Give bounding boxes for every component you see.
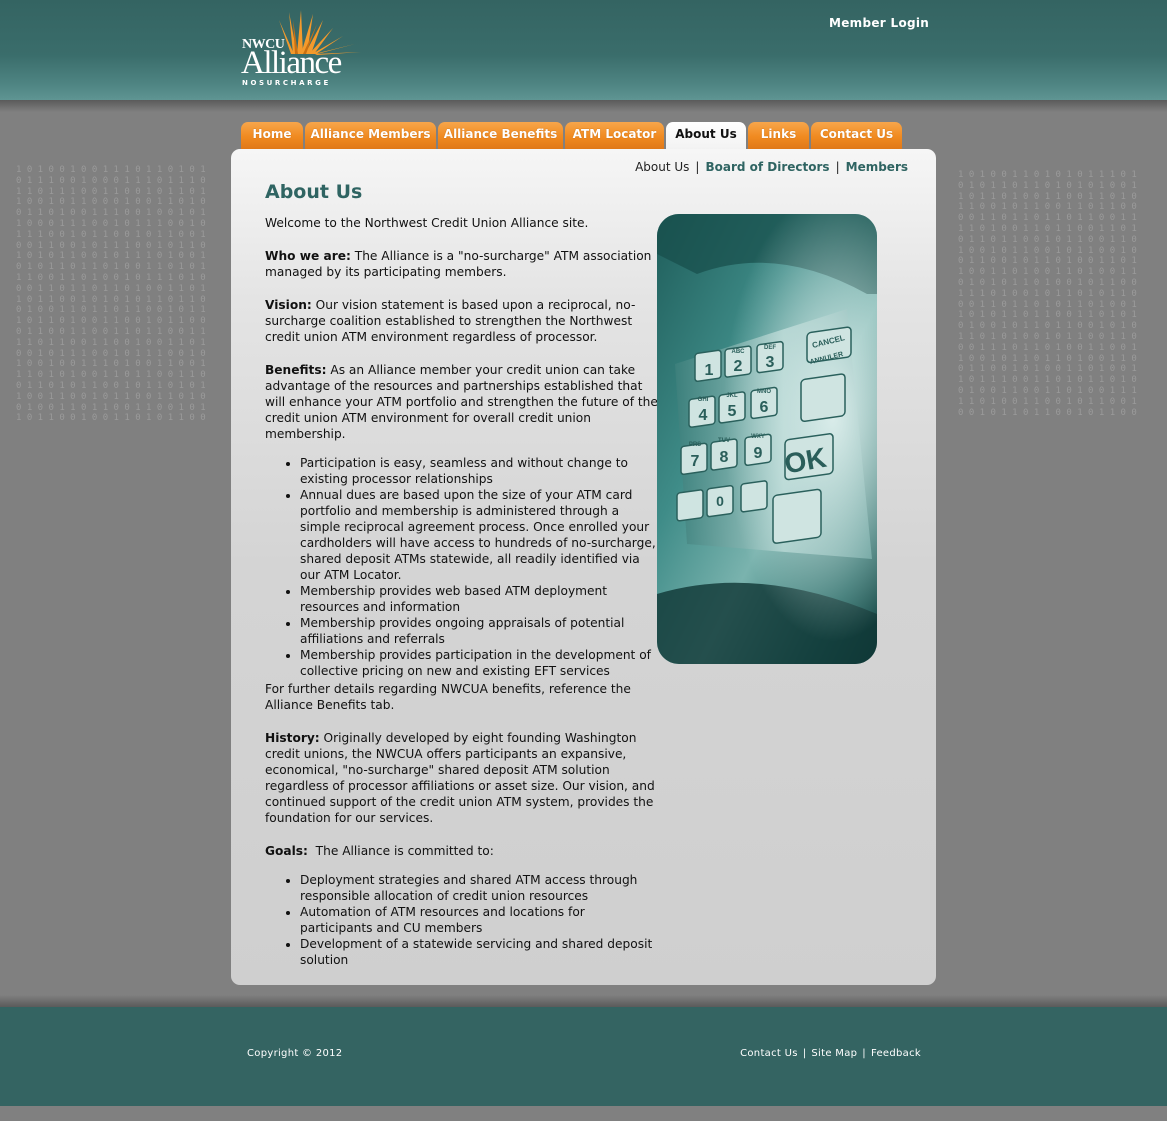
key-2: 2 [734, 358, 743, 375]
footer-feedback-link[interactable]: Feedback [871, 1048, 921, 1059]
content-panel: About Us | Board of Directors | Members Abou… [231, 149, 936, 985]
tab-contact-us[interactable]: Contact Us [811, 122, 902, 149]
benefits-paragraph: Benefits: As an Alliance member your cre… [265, 362, 660, 442]
goals-text: The Alliance is committed to: [307, 844, 494, 858]
vision-paragraph: Vision: Our vision statement is based up… [265, 297, 660, 345]
binary-decoration-left: 1 0 1 0 0 1 0 0 1 1 1 0 1 1 0 1 0 1 0 1 … [16, 165, 206, 424]
tab-alliance-benefits[interactable]: Alliance Benefits [438, 122, 563, 149]
list-item: Development of a statewide servicing and… [300, 936, 660, 968]
header: NWCU Alliance NOSURCHARGE Member Login [0, 0, 1167, 100]
key-letters-wxy: WXY [751, 434, 765, 440]
list-item: Annual dues are based upon the size of y… [300, 487, 660, 583]
key-letters-ghi: GHI [698, 397, 709, 403]
list-item: Deployment strategies and shared ATM acc… [300, 872, 660, 904]
member-login-link[interactable]: Member Login [829, 16, 929, 30]
key-letters-def: DEF [764, 345, 776, 351]
history-paragraph: History: Originally developed by eight f… [265, 730, 660, 826]
goals-list: Deployment strategies and shared ATM acc… [265, 872, 660, 968]
subnav-board-of-directors[interactable]: Board of Directors [705, 160, 829, 174]
key-letters-tuv: TUV [718, 438, 730, 444]
list-item: Participation is easy, seamless and with… [300, 455, 660, 487]
key-4: 4 [699, 407, 708, 424]
logo-tagline: NOSURCHARGE [242, 79, 331, 87]
about-content: Welcome to the Northwest Credit Union Al… [265, 215, 660, 968]
tab-links[interactable]: Links [748, 122, 809, 149]
list-item: Membership provides participation in the… [300, 647, 660, 679]
key-letters-abc: ABC [732, 349, 746, 355]
sub-navigation: About Us | Board of Directors | Members [635, 160, 908, 174]
key-9: 9 [754, 445, 763, 462]
key-0: 0 [716, 493, 724, 509]
key-3: 3 [766, 354, 775, 371]
subnav-about-us: About Us [635, 160, 690, 174]
logo-alliance-text: Alliance [241, 45, 342, 81]
tab-about-us[interactable]: About Us [666, 122, 746, 150]
list-item: Membership provides ongoing appraisals o… [300, 615, 660, 647]
list-item: Membership provides web based ATM deploy… [300, 583, 660, 615]
copyright-text: Copyright © 2012 [247, 1048, 343, 1059]
who-we-are-label: Who we are: [265, 249, 351, 263]
goals-paragraph: Goals: The Alliance is committed to: [265, 843, 660, 859]
vision-label: Vision: [265, 298, 312, 312]
footer-links: Contact Us | Site Map | Feedback [740, 1048, 921, 1059]
binary-decoration-right: 1 0 1 0 0 1 1 0 1 0 1 0 1 1 1 0 1 0 1 0 … [958, 170, 1137, 418]
key-letters-prs: PRS [689, 442, 701, 448]
who-we-are-paragraph: Who we are: The Alliance is a "no-surcha… [265, 248, 660, 280]
history-text: Originally developed by eight founding W… [265, 731, 655, 825]
benefits-footer-text: For further details regarding NWCUA bene… [265, 682, 631, 712]
nwcu-alliance-logo[interactable]: NWCU Alliance NOSURCHARGE [241, 10, 363, 88]
key-1: 1 [705, 362, 714, 379]
key-letters-jkl: JKL [726, 393, 738, 399]
page-title: About Us [265, 181, 363, 203]
footer-contact-us-link[interactable]: Contact Us [740, 1048, 798, 1059]
key-6: 6 [760, 399, 769, 416]
header-shadow [0, 100, 1167, 112]
footer-site-map-link[interactable]: Site Map [811, 1048, 857, 1059]
tab-atm-locator[interactable]: ATM Locator [565, 122, 664, 149]
benefits-list: Participation is easy, seamless and with… [265, 455, 660, 679]
list-item: Automation of ATM resources and location… [300, 904, 660, 936]
key-7: 7 [691, 453, 700, 470]
goals-label: Goals: [265, 844, 308, 858]
tab-home[interactable]: Home [241, 122, 303, 149]
history-label: History: [265, 731, 320, 745]
footer-separator: | [862, 1048, 866, 1059]
subnav-members[interactable]: Members [846, 160, 908, 174]
tab-alliance-members[interactable]: Alliance Members [305, 122, 436, 149]
footer-separator: | [802, 1048, 807, 1059]
key-5: 5 [728, 403, 737, 420]
vision-text: Our vision statement is based upon a rec… [265, 298, 636, 344]
atm-keypad-image: 1 2 3 4 5 6 7 8 9 0 ABC DEF GHI JKL MNO … [657, 214, 877, 664]
key-letters-mno: MNO [757, 389, 771, 395]
footer-shadow [0, 995, 1167, 1007]
atm-keypad-illustration: 1 2 3 4 5 6 7 8 9 0 ABC DEF GHI JKL MNO … [657, 214, 877, 664]
key-8: 8 [720, 449, 729, 466]
intro-text: Welcome to the Northwest Credit Union Al… [265, 216, 589, 230]
benefits-label: Benefits: [265, 363, 327, 377]
subnav-separator: | [695, 160, 700, 174]
footer: Copyright © 2012 Contact Us | Site Map | Fee… [0, 1007, 1167, 1106]
subnav-separator: | [835, 160, 840, 174]
